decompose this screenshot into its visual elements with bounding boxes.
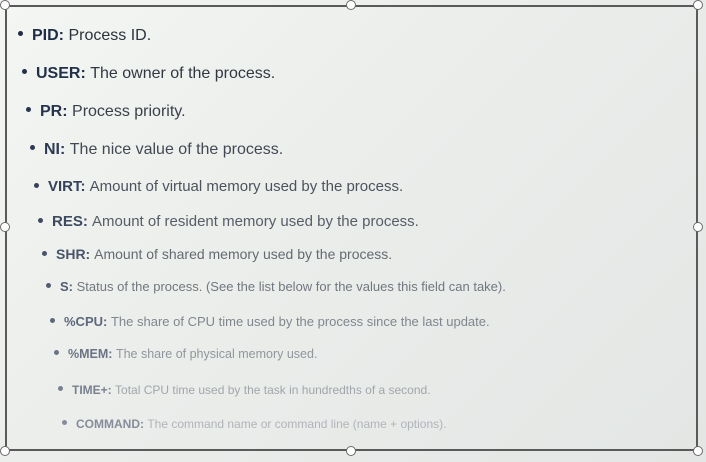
resize-handle-top-right[interactable] xyxy=(693,0,703,10)
resize-handle-top-center[interactable] xyxy=(346,0,356,10)
resize-handle-middle-left[interactable] xyxy=(0,222,10,232)
resize-handle-top-left[interactable] xyxy=(0,0,10,10)
resize-handle-middle-right[interactable] xyxy=(693,222,703,232)
crop-selection-border[interactable] xyxy=(5,5,698,451)
resize-handle-bottom-center[interactable] xyxy=(346,446,356,456)
resize-handle-bottom-left[interactable] xyxy=(0,446,10,456)
photo-of-screen: PID: Process ID. USER: The owner of the … xyxy=(0,0,706,462)
resize-handle-bottom-right[interactable] xyxy=(693,446,703,456)
